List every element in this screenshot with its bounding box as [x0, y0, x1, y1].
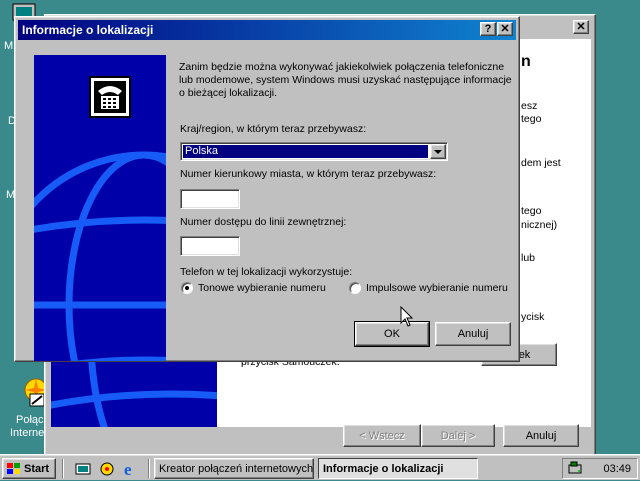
task-wizard[interactable]: Kreator połączeń internetowych [154, 458, 314, 479]
tone-dialing-radio[interactable] [181, 282, 193, 294]
modem-icon[interactable] [567, 460, 585, 476]
connect-internet-label-2: Internet [10, 427, 48, 439]
wizard-text-3: tego [521, 113, 542, 125]
outside-line-input[interactable] [180, 236, 240, 256]
task-location-info[interactable]: Informacje o lokalizacji [318, 458, 478, 479]
wizard-text-6: nicznej) [521, 219, 558, 231]
country-label: Kraj/region, w którym teraz przebywasz: [180, 123, 367, 135]
intro-text: Zanim będzie można wykonywać jakiekolwie… [179, 61, 512, 99]
dialing-label: Telefon w tej lokalizacji wykorzystuje: [180, 266, 353, 278]
channels-icon[interactable] [98, 460, 116, 478]
wizard-cancel-button[interactable]: Anuluj [503, 424, 579, 447]
windows-logo-icon [6, 462, 22, 476]
system-tray: 03:49 [562, 458, 638, 479]
wizard-back-button[interactable]: < Wstecz [343, 424, 421, 447]
mouse-cursor-icon [400, 305, 414, 328]
pulse-dialing-label[interactable]: Impulsowe wybieranie numeru [366, 282, 508, 294]
pulse-dialing-radio[interactable] [349, 282, 361, 294]
dialog-title: Informacje o lokalizacji [22, 23, 154, 37]
dialog-cancel-button[interactable]: Anuluj [435, 322, 511, 346]
phone-icon [88, 75, 132, 119]
ok-button[interactable]: OK [354, 321, 430, 347]
taskbar: Start e Kreator połączeń internetowych I… [0, 454, 640, 480]
dialog-side-art [34, 55, 166, 361]
my-computer-label: M [4, 40, 14, 52]
start-button[interactable]: Start [2, 458, 56, 479]
area-code-label: Numer kierunkowy miasta, w którym teraz … [180, 168, 437, 180]
outside-line-label: Numer dostępu do linii zewnętrznej: [180, 216, 347, 228]
country-select[interactable]: Polska [180, 142, 448, 161]
wizard-next-button[interactable]: Dalej > [421, 424, 495, 447]
svg-text:e: e [124, 460, 132, 478]
quick-launch-divider [62, 459, 64, 478]
start-label: Start [24, 462, 50, 475]
wizard-text-2: esz [521, 100, 538, 112]
wizard-text-5: tego [521, 205, 542, 217]
wizard-text-7: lub [521, 252, 536, 264]
wizard-text-8: ycisk [521, 311, 545, 323]
internet-explorer-icon[interactable]: e [122, 460, 140, 479]
tone-dialing-label[interactable]: Tonowe wybieranie numeru [198, 282, 326, 294]
help-button[interactable]: ? [480, 22, 496, 36]
taskbar-divider [148, 459, 150, 478]
wizard-text-1: n [521, 53, 531, 70]
clock[interactable]: 03:49 [603, 463, 631, 475]
area-code-input[interactable] [180, 189, 240, 209]
location-info-dialog: Informacje o lokalizacji ? ✕ Zanim będzi… [14, 16, 520, 362]
wizard-close-button[interactable]: ✕ [573, 20, 589, 34]
chevron-down-icon[interactable] [430, 144, 446, 159]
radio-selected-dot [185, 286, 189, 290]
wizard-text-4: dem jest [521, 157, 561, 169]
dialog-close-button[interactable]: ✕ [497, 22, 513, 36]
dialog-titlebar[interactable]: Informacje o lokalizacji ? ✕ [18, 20, 516, 40]
show-desktop-icon[interactable] [74, 460, 92, 478]
country-select-value: Polska [183, 145, 428, 158]
